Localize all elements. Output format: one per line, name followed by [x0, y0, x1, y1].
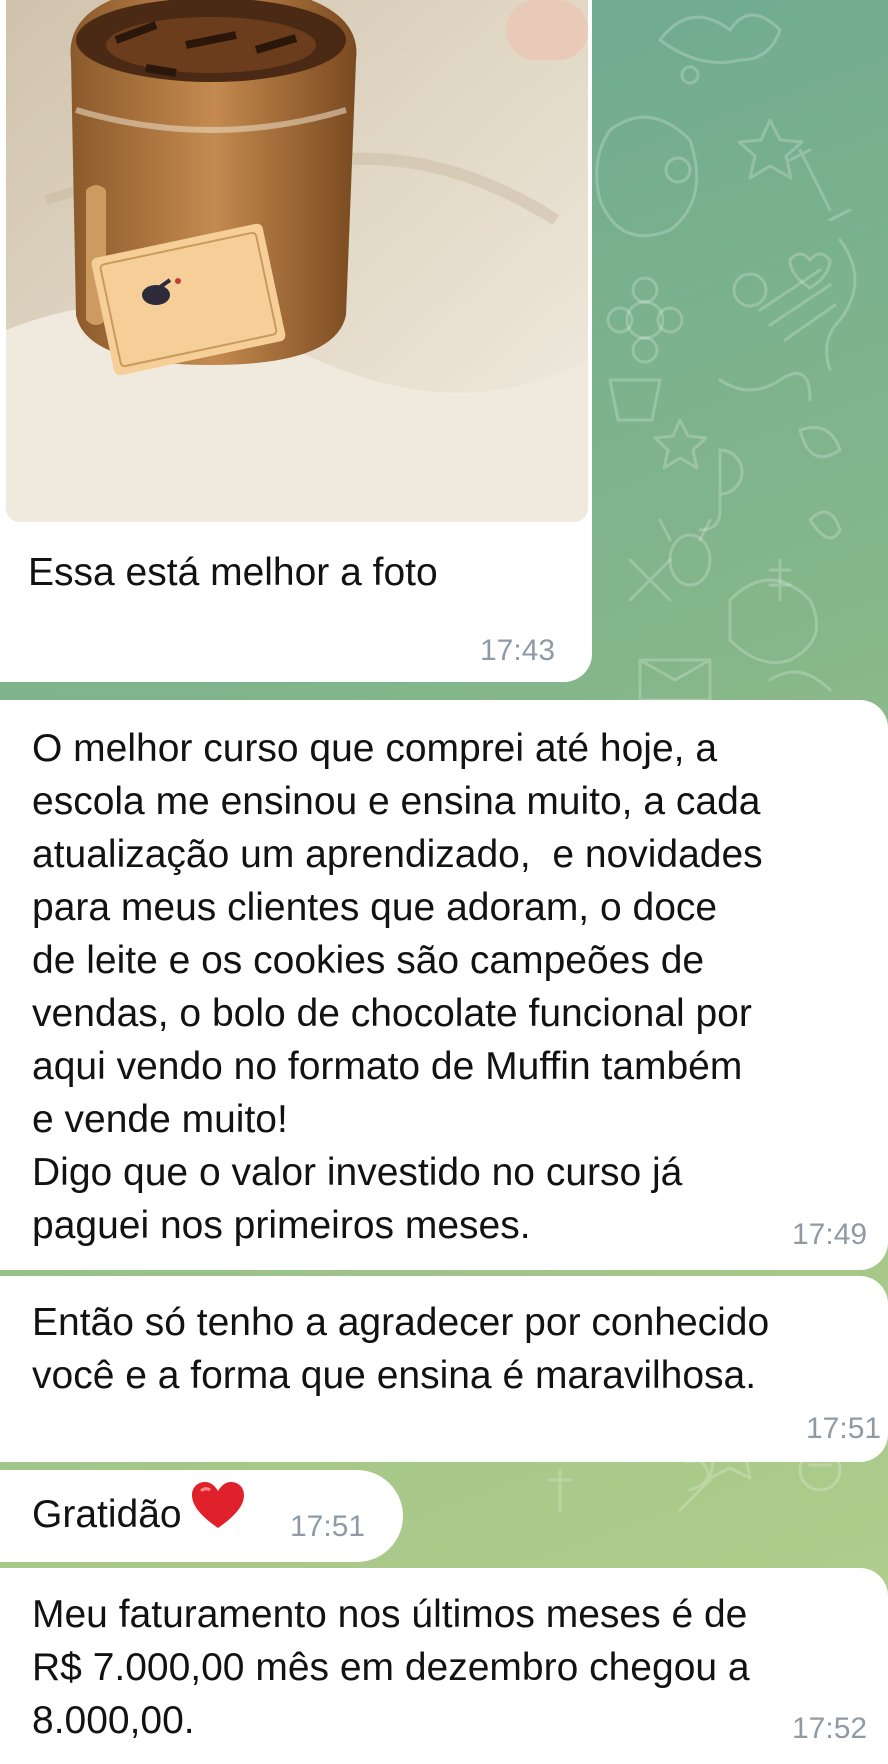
red-heart-icon [191, 1481, 244, 1544]
message-bubble[interactable]: O melhor curso que comprei até hoje, a e… [0, 700, 888, 1270]
message-text: Gratidão [32, 1493, 182, 1536]
message-bubble[interactable]: Gratidão 17:51 [0, 1470, 403, 1562]
message-time: 17:49 [792, 1218, 868, 1251]
message-text: Essa está melhor a foto [28, 551, 438, 594]
message-time: 17:52 [792, 1712, 868, 1745]
message-text: Então só tenho a agradecer por conhecido… [32, 1301, 770, 1397]
message-time: 17:51 [806, 1412, 882, 1445]
message-bubble[interactable]: Meu faturamento nos últimos meses é de R… [0, 1568, 888, 1764]
jar-dessert-photo[interactable] [6, 0, 588, 522]
message-time: 17:43 [480, 634, 556, 667]
message-text: O melhor curso que comprei até hoje, a e… [32, 727, 763, 1247]
message-text: Meu faturamento nos últimos meses é de R… [32, 1593, 750, 1742]
message-bubble[interactable]: Então só tenho a agradecer por conhecido… [0, 1276, 888, 1462]
photo-message-bubble[interactable]: Essa está melhor a foto 17:43 [0, 0, 592, 682]
message-time: 17:51 [290, 1510, 366, 1543]
